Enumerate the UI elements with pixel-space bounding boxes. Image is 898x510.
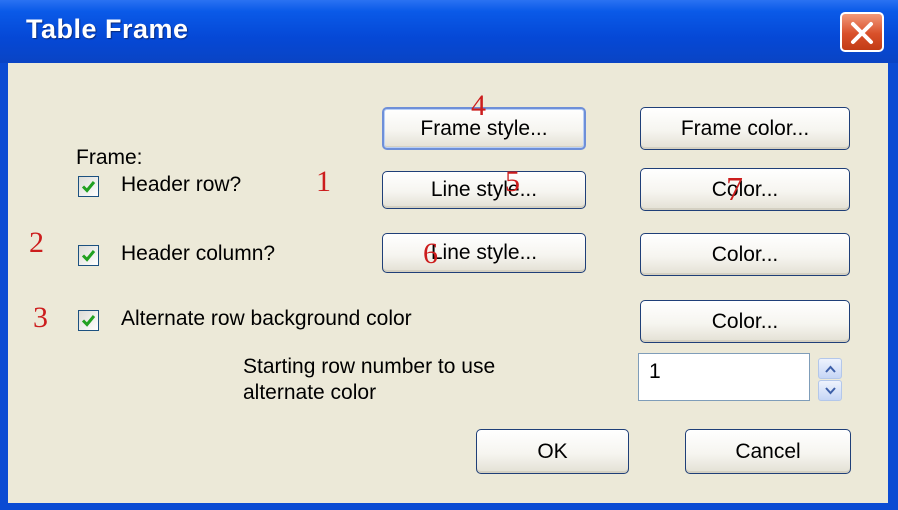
check-mark-icon: [81, 181, 96, 193]
ok-button-label: OK: [537, 439, 568, 463]
header-row-line-style-label: Line style...: [430, 178, 538, 201]
header-column-checkbox[interactable]: [78, 245, 99, 266]
spin-up-button[interactable]: [818, 358, 842, 379]
frame-label: Frame:: [76, 146, 143, 169]
check-mark-icon: [81, 315, 96, 327]
arrow-up-icon: [825, 365, 836, 373]
header-row-checkbox[interactable]: [78, 176, 99, 197]
title-bar[interactable]: Table Frame: [0, 0, 898, 63]
dialog-title: Table Frame: [26, 14, 189, 44]
alternate-row-color-label: Color...: [711, 309, 779, 333]
check-mark-icon: [81, 250, 96, 262]
alternate-row-label: Alternate row background color: [121, 307, 412, 330]
close-icon: [851, 22, 873, 44]
header-column-label: Header column?: [121, 242, 276, 265]
starting-row-input[interactable]: 1: [638, 353, 810, 401]
annotation-3: 3: [33, 301, 48, 334]
annotation-2: 2: [29, 226, 44, 259]
header-row-label: Header row?: [121, 173, 242, 196]
alternate-row-checkbox[interactable]: [78, 310, 99, 331]
frame-color-button-label: Frame color...: [680, 116, 810, 140]
starting-row-label-line2: alternate color: [243, 381, 377, 404]
header-row-color-button[interactable]: Color...: [640, 168, 850, 211]
header-column-line-style-button[interactable]: Line style...: [382, 233, 586, 273]
annotation-4: 4: [471, 89, 486, 122]
spin-down-button[interactable]: [818, 380, 842, 401]
ok-button[interactable]: OK: [476, 429, 629, 474]
dialog-body: Frame: Frame style... Frame color... Hea…: [8, 63, 888, 503]
annotation-6: 6: [423, 237, 438, 270]
annotation-1: 1: [316, 165, 331, 198]
frame-color-button[interactable]: Frame color...: [640, 107, 850, 150]
starting-row-label-line1: Starting row number to use: [243, 355, 496, 378]
header-row-color-label: Color...: [711, 177, 779, 201]
annotation-7: 7: [726, 171, 743, 208]
header-column-line-style-label: Line style...: [430, 241, 538, 264]
header-column-color-button[interactable]: Color...: [640, 233, 850, 276]
close-button[interactable]: [840, 12, 884, 52]
header-column-color-label: Color...: [711, 242, 779, 266]
starting-row-value: 1: [649, 360, 661, 383]
cancel-button-label: Cancel: [735, 439, 801, 463]
arrow-down-icon: [825, 387, 836, 395]
cancel-button[interactable]: Cancel: [685, 429, 851, 474]
header-row-line-style-button[interactable]: Line style...: [382, 171, 586, 209]
dialog-window: Table Frame Frame: Frame style... Frame …: [0, 0, 898, 510]
alternate-row-color-button[interactable]: Color...: [640, 300, 850, 343]
annotation-5: 5: [505, 165, 520, 198]
